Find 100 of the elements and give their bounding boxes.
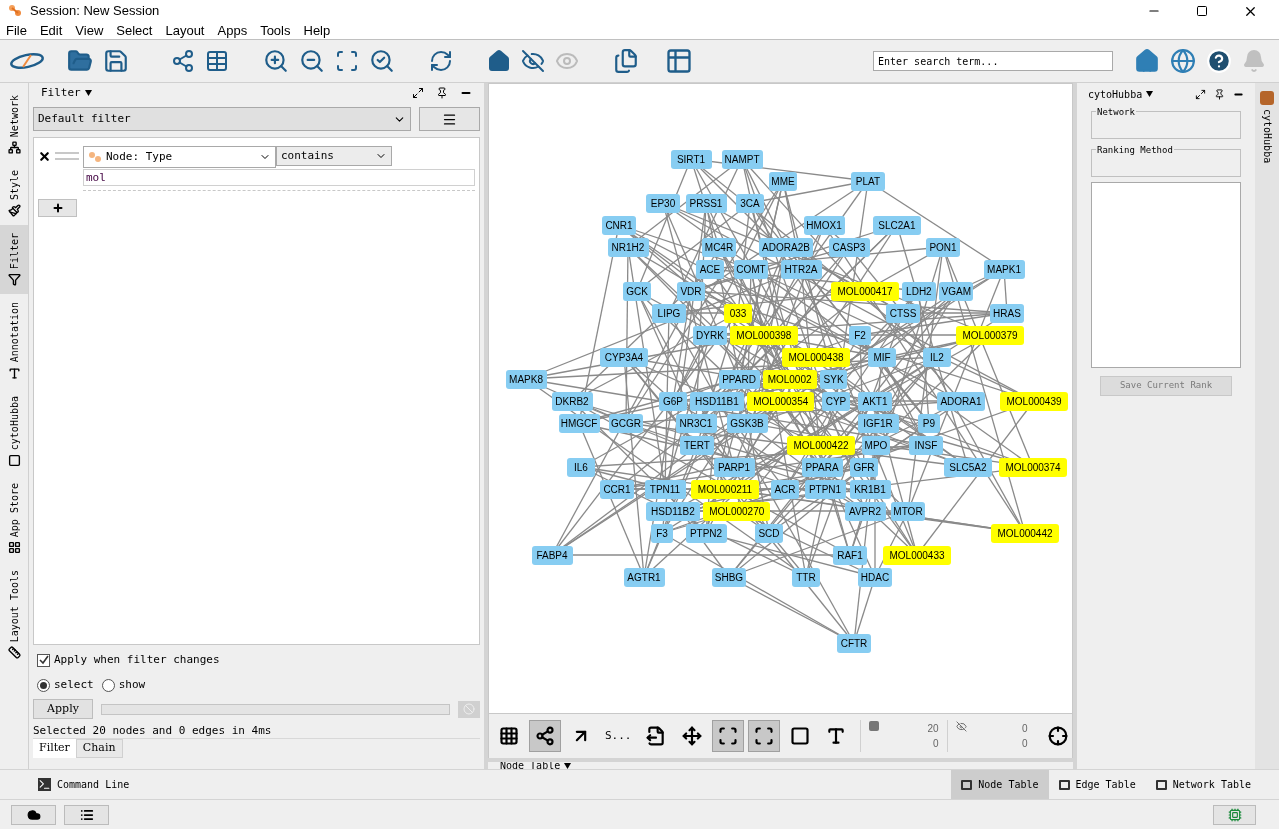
network-node[interactable]: TPN11: [644, 480, 686, 499]
network-node[interactable]: MOL000379: [956, 326, 1024, 345]
network-node[interactable]: MOL000398: [730, 326, 798, 345]
network-node[interactable]: SYK: [819, 370, 848, 389]
network-node[interactable]: IL6: [567, 458, 595, 477]
network-node[interactable]: MOL000374: [999, 458, 1067, 477]
network-node[interactable]: MPO: [862, 436, 890, 455]
network-node[interactable]: COMT: [733, 260, 769, 279]
pin-icon[interactable]: [1214, 88, 1225, 100]
menu-button[interactable]: [419, 107, 480, 131]
network-node[interactable]: SLC5A2: [944, 458, 992, 477]
network-node[interactable]: EP30: [645, 194, 681, 213]
documents-icon[interactable]: [613, 48, 639, 74]
network-node[interactable]: HMGCF: [558, 414, 600, 433]
network-node[interactable]: AKT1: [857, 392, 893, 411]
layout-tool-icon[interactable]: [681, 726, 702, 746]
network-node[interactable]: HMOX1: [803, 216, 845, 235]
network-node[interactable]: SLC2A1: [873, 216, 921, 235]
network-node[interactable]: AGTR1: [623, 568, 665, 587]
select-edges-tool-icon[interactable]: [753, 726, 774, 746]
network-node[interactable]: MOL000354: [747, 392, 815, 411]
network-node[interactable]: GCGR: [608, 414, 644, 433]
network-node[interactable]: PPARA: [801, 458, 843, 477]
network-node[interactable]: P9: [918, 414, 940, 433]
network-node[interactable]: SCD: [755, 524, 783, 543]
network-node[interactable]: MOL000422: [787, 436, 855, 455]
network-node[interactable]: MC4R: [701, 238, 737, 257]
zoom-in-icon[interactable]: [263, 48, 289, 74]
network-node[interactable]: MOL0002: [762, 370, 817, 389]
table-tab[interactable]: Edge Table: [1048, 770, 1146, 799]
network-node[interactable]: NAMPT: [721, 150, 763, 169]
network-node[interactable]: IGF1R: [857, 414, 899, 433]
network-node[interactable]: MOL000438: [782, 348, 850, 367]
network-node[interactable]: ACR: [771, 480, 799, 499]
side-tab[interactable]: Annotation: [0, 294, 28, 388]
network-node[interactable]: MAPK1: [983, 260, 1025, 279]
panel-tab[interactable]: Chain: [75, 739, 123, 758]
network-node[interactable]: MIF: [868, 348, 896, 367]
network-node[interactable]: LDH2: [901, 282, 937, 301]
network-node[interactable]: PARP1: [713, 458, 755, 477]
help-icon[interactable]: [1206, 48, 1232, 74]
network-node[interactable]: CYP3A4: [600, 348, 648, 367]
network-icon[interactable]: [171, 49, 195, 73]
network-node[interactable]: TTR: [792, 568, 820, 587]
menu-item[interactable]: Layout: [165, 20, 205, 41]
network-node[interactable]: CTSS: [885, 304, 921, 323]
add-condition-button[interactable]: [38, 199, 77, 217]
menu-item[interactable]: Apps: [217, 20, 248, 41]
table-tab[interactable]: Network Table: [1145, 770, 1261, 799]
network-tool-icon[interactable]: [535, 726, 555, 746]
close-icon[interactable]: [38, 150, 51, 163]
network-node[interactable]: MAPK8: [505, 370, 547, 389]
maximize-icon[interactable]: [1195, 88, 1206, 100]
table-tab[interactable]: Node Table: [951, 770, 1049, 799]
network-node[interactable]: FABP4: [531, 546, 573, 565]
network-node[interactable]: VGAM: [939, 282, 974, 301]
pin-icon[interactable]: [436, 87, 448, 99]
network-node[interactable]: DKRB2: [551, 392, 593, 411]
side-tab[interactable]: Style: [0, 162, 28, 226]
list-icon[interactable]: [79, 807, 94, 822]
network-node[interactable]: CYP: [822, 392, 850, 411]
network-node[interactable]: DYRK: [692, 326, 728, 345]
globe-icon[interactable]: [1170, 48, 1196, 74]
zoom-fit-icon[interactable]: [335, 49, 359, 73]
maximize-icon[interactable]: [1196, 5, 1208, 17]
value-field[interactable]: mol: [83, 169, 475, 186]
save-icon[interactable]: [103, 48, 129, 74]
network-node[interactable]: MOL000433: [883, 546, 951, 565]
operator-select[interactable]: contains: [276, 146, 392, 166]
network-node[interactable]: IL2: [923, 348, 951, 367]
checkbox[interactable]: [37, 653, 50, 667]
refresh-icon[interactable]: [429, 49, 453, 73]
select-nodes-tool-icon[interactable]: [717, 726, 738, 746]
network-node[interactable]: INSF: [908, 436, 944, 455]
network-node[interactable]: VDR: [677, 282, 705, 301]
network-node[interactable]: F2: [849, 326, 871, 345]
network-node[interactable]: MOL000439: [1000, 392, 1068, 411]
export-tool-icon[interactable]: [645, 726, 666, 746]
network-node[interactable]: CCR1: [599, 480, 635, 499]
radio-button[interactable]: [101, 678, 115, 692]
network-node[interactable]: PRSS1: [685, 194, 727, 213]
memory-icon[interactable]: [1227, 807, 1242, 822]
network-node[interactable]: GCK: [623, 282, 651, 301]
side-tab[interactable]: cytoHubba: [1259, 109, 1275, 164]
annotation-tool-icon[interactable]: [789, 726, 810, 746]
network-node[interactable]: NR1H2: [607, 238, 649, 257]
cloud-icon[interactable]: [26, 807, 41, 822]
network-node[interactable]: HSD11B1: [689, 392, 745, 411]
grid-tool-icon[interactable]: [499, 726, 519, 746]
text-tool-icon[interactable]: [825, 726, 846, 746]
network-node[interactable]: AVPR2: [844, 502, 886, 521]
zoom-out-icon[interactable]: [299, 48, 325, 74]
hide-icon[interactable]: [521, 49, 545, 73]
menu-item[interactable]: Help: [303, 20, 331, 41]
network-node[interactable]: SIRT1: [670, 150, 712, 169]
terminal-icon[interactable]: [38, 778, 51, 791]
network-node[interactable]: CFTR: [836, 634, 872, 653]
network-node[interactable]: CASP3: [828, 238, 870, 257]
command-line-label[interactable]: Command Line: [57, 777, 130, 792]
network-node[interactable]: HTR2A: [780, 260, 822, 279]
